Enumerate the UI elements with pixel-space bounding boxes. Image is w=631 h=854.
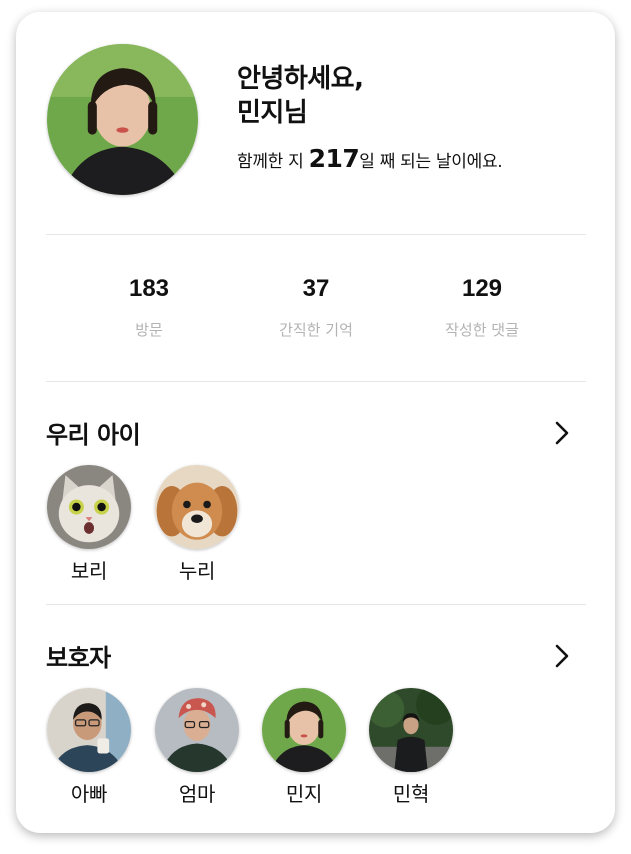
- stat-label: 간직한 기억: [279, 321, 353, 339]
- person-photo-icon: [262, 688, 346, 772]
- chevron-right-icon[interactable]: [549, 643, 575, 669]
- profile-card: 안녕하세요, 민지님 함께한 지 217일 째 되는 날이에요. 183 방문 …: [16, 12, 615, 833]
- pet-item-bori[interactable]: 보리: [44, 465, 134, 584]
- guardian-avatar: [369, 688, 453, 772]
- days-prefix: 함께한 지: [237, 152, 304, 172]
- pet-avatar: [155, 465, 239, 549]
- guardian-name: 엄마: [178, 782, 216, 806]
- guardian-item-minji[interactable]: 민지: [259, 688, 349, 807]
- guardian-avatar: [262, 688, 346, 772]
- profile-photo-icon: [47, 44, 198, 195]
- guardian-name: 아빠: [70, 782, 108, 806]
- pet-name: 누리: [178, 559, 216, 583]
- greeting-line1: 안녕하세요,: [237, 64, 364, 94]
- stat-visits[interactable]: 183 방문: [69, 275, 229, 340]
- person-photo-icon: [369, 688, 453, 772]
- guardian-name: 민지: [285, 782, 323, 806]
- days-together-text: 함께한 지 217일 째 되는 날이에요.: [237, 144, 503, 173]
- pets-section-title: 우리 아이: [46, 421, 141, 449]
- greeting-line2: 민지님: [237, 98, 308, 128]
- stat-comments[interactable]: 129 작성한 댓글: [402, 275, 562, 340]
- stat-value: 129: [461, 275, 503, 302]
- profile-avatar[interactable]: [47, 44, 198, 195]
- guardian-avatar: [47, 688, 131, 772]
- cat-photo-icon: [47, 465, 131, 549]
- stat-label: 방문: [135, 321, 163, 339]
- pet-name: 보리: [70, 559, 108, 583]
- divider: [46, 234, 586, 235]
- pet-avatar: [47, 465, 131, 549]
- chevron-right-icon[interactable]: [549, 420, 575, 446]
- dog-photo-icon: [155, 465, 239, 549]
- pet-item-nuri[interactable]: 누리: [152, 465, 242, 584]
- guardian-item-minhyuk[interactable]: 민혁: [366, 688, 456, 807]
- divider: [46, 604, 586, 605]
- days-count: 217: [308, 144, 360, 173]
- person-photo-icon: [47, 688, 131, 772]
- person-photo-icon: [155, 688, 239, 772]
- guardians-section-title: 보호자: [46, 644, 111, 672]
- stat-value: 183: [128, 275, 170, 302]
- guardian-name: 민혁: [392, 782, 430, 806]
- divider: [46, 381, 586, 382]
- days-suffix: 일 째 되는 날이에요.: [359, 152, 503, 172]
- stat-memories[interactable]: 37 간직한 기억: [236, 275, 396, 340]
- stat-label: 작성한 댓글: [445, 321, 519, 339]
- guardian-avatar: [155, 688, 239, 772]
- guardian-item-dad[interactable]: 아빠: [44, 688, 134, 807]
- guardian-item-mom[interactable]: 엄마: [152, 688, 242, 807]
- stat-value: 37: [302, 275, 330, 302]
- greeting-heading: 안녕하세요, 민지님: [237, 62, 364, 130]
